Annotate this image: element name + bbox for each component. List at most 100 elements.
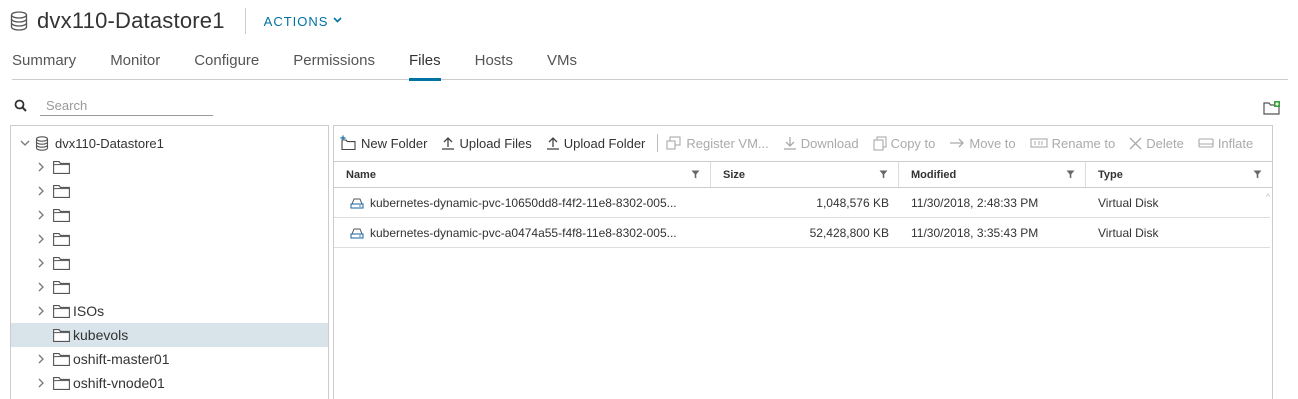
cell-type: Virtual Disk bbox=[1098, 195, 1159, 210]
upload-icon bbox=[442, 137, 455, 150]
upload-folder-button[interactable]: Upload Folder bbox=[546, 135, 646, 151]
new-folder-icon bbox=[340, 135, 356, 151]
tree-item-label: kubevols bbox=[73, 327, 129, 343]
tree-item-kubevols[interactable]: kubevols bbox=[11, 323, 328, 347]
actions-menu-button[interactable]: ACTIONS bbox=[264, 14, 343, 29]
move-to-button[interactable]: Move to bbox=[949, 135, 1016, 151]
register-vm-icon bbox=[666, 136, 681, 150]
tab-monitor[interactable]: Monitor bbox=[110, 46, 160, 80]
tab-vms[interactable]: VMs bbox=[547, 46, 577, 80]
chevron-right-icon[interactable] bbox=[35, 185, 47, 197]
cell-modified: 11/30/2018, 3:35:43 PM bbox=[911, 225, 1039, 240]
folder-icon bbox=[53, 280, 70, 294]
column-header-label: Size bbox=[723, 168, 746, 181]
folder-icon bbox=[53, 352, 70, 366]
tree-item-oshift-vnode01[interactable]: oshift-vnode01 bbox=[11, 371, 328, 395]
upload-icon bbox=[546, 137, 559, 150]
cell-type: Virtual Disk bbox=[1098, 225, 1159, 240]
table-row[interactable]: kubernetes-dynamic-pvc-a0474a55-f4f8-11e… bbox=[334, 218, 1270, 248]
filter-icon[interactable] bbox=[1253, 170, 1262, 179]
file-toolbar: New Folder Upload Files Upload Folder Re… bbox=[334, 126, 1272, 160]
page-header: dvx110-Datastore1 ACTIONS bbox=[10, 6, 343, 36]
scroll-up-icon[interactable]: ^ bbox=[1266, 192, 1270, 202]
column-header-label: Type bbox=[1098, 168, 1123, 181]
copy-to-button[interactable]: Copy to bbox=[873, 135, 936, 151]
page-title: dvx110-Datastore1 bbox=[37, 8, 225, 33]
upload-folder-label: Upload Folder bbox=[563, 135, 646, 151]
column-header-label: Modified bbox=[911, 168, 957, 181]
actions-label: ACTIONS bbox=[263, 13, 329, 29]
datastore-icon bbox=[35, 135, 49, 151]
files-panel: New Folder Upload Files Upload Folder Re… bbox=[333, 125, 1273, 399]
chevron-right-icon[interactable] bbox=[35, 161, 47, 173]
tab-summary[interactable]: Summary bbox=[12, 46, 76, 80]
filter-icon[interactable] bbox=[1066, 170, 1075, 179]
copy-icon bbox=[873, 135, 887, 151]
cell-modified: 11/30/2018, 2:48:33 PM bbox=[911, 195, 1039, 210]
chevron-right-icon[interactable] bbox=[35, 377, 47, 389]
filter-icon[interactable] bbox=[879, 170, 888, 179]
tree-item[interactable] bbox=[11, 203, 328, 227]
delete-button[interactable]: Delete bbox=[1129, 136, 1184, 151]
folder-icon bbox=[53, 160, 70, 174]
download-icon bbox=[783, 137, 796, 150]
virtual-disk-icon bbox=[350, 228, 364, 239]
new-folder-button[interactable]: New Folder bbox=[339, 135, 427, 151]
inflate-button[interactable]: Inflate bbox=[1198, 136, 1253, 151]
column-header-name[interactable]: Name bbox=[334, 162, 711, 187]
tab-hosts[interactable]: Hosts bbox=[475, 46, 513, 80]
download-button[interactable]: Download bbox=[783, 136, 859, 151]
upload-files-button[interactable]: Upload Files bbox=[441, 135, 532, 151]
folder-tree: dvx110-Datastore1 ISOs kubevols oshift-m… bbox=[10, 125, 329, 399]
tree-item-isos[interactable]: ISOs bbox=[11, 299, 328, 323]
cell-name: kubernetes-dynamic-pvc-10650dd8-f4f2-11e… bbox=[334, 196, 711, 210]
search-bar bbox=[14, 96, 213, 116]
tree-item-label: oshift-vnode01 bbox=[73, 375, 165, 391]
copy-to-label: Copy to bbox=[890, 135, 936, 151]
tree-item[interactable] bbox=[11, 179, 328, 203]
chevron-down-icon[interactable] bbox=[19, 137, 31, 149]
column-header-label: Name bbox=[346, 168, 376, 181]
header-divider bbox=[244, 8, 246, 34]
file-grid: Name Size Modified Type kubernetes-dynam… bbox=[334, 161, 1272, 248]
tab-configure[interactable]: Configure bbox=[194, 46, 259, 80]
tree-item[interactable] bbox=[11, 275, 328, 299]
chevron-right-icon[interactable] bbox=[35, 257, 47, 269]
chevron-down-icon bbox=[333, 17, 343, 23]
tree-item[interactable] bbox=[11, 155, 328, 179]
new-folder-icon[interactable] bbox=[1263, 100, 1281, 116]
search-input[interactable] bbox=[40, 96, 213, 116]
rename-to-button[interactable]: Rename to bbox=[1030, 136, 1115, 151]
cell-name: kubernetes-dynamic-pvc-a0474a55-f4f8-11e… bbox=[334, 226, 711, 240]
move-to-label: Move to bbox=[969, 135, 1016, 151]
chevron-right-icon[interactable] bbox=[35, 209, 47, 221]
upload-files-label: Upload Files bbox=[459, 135, 532, 151]
table-row[interactable]: kubernetes-dynamic-pvc-10650dd8-f4f2-11e… bbox=[334, 188, 1270, 218]
chevron-right-icon[interactable] bbox=[35, 281, 47, 293]
chevron-right-icon[interactable] bbox=[35, 233, 47, 245]
chevron-right-icon[interactable] bbox=[35, 353, 47, 365]
register-vm-button[interactable]: Register VM... bbox=[666, 135, 769, 151]
tab-permissions[interactable]: Permissions bbox=[293, 46, 375, 80]
column-header-size[interactable]: Size bbox=[711, 162, 899, 187]
column-header-modified[interactable]: Modified bbox=[899, 162, 1086, 187]
filter-icon[interactable] bbox=[691, 170, 700, 179]
tree-item[interactable] bbox=[11, 227, 328, 251]
file-name: kubernetes-dynamic-pvc-10650dd8-f4f2-11e… bbox=[370, 195, 677, 210]
chevron-right-icon[interactable] bbox=[35, 305, 47, 317]
download-label: Download bbox=[800, 135, 859, 151]
folder-icon bbox=[53, 208, 70, 222]
folder-icon bbox=[53, 376, 70, 390]
register-vm-label: Register VM... bbox=[686, 135, 769, 151]
cell-size: 52,428,800 KB bbox=[809, 225, 889, 240]
column-header-type[interactable]: Type bbox=[1086, 162, 1272, 187]
tab-files[interactable]: Files bbox=[408, 46, 441, 81]
tree-root-node[interactable]: dvx110-Datastore1 bbox=[11, 131, 328, 155]
folder-icon bbox=[53, 304, 70, 318]
close-icon bbox=[1129, 137, 1142, 149]
tree-item[interactable] bbox=[11, 251, 328, 275]
delete-label: Delete bbox=[1146, 135, 1184, 151]
tree-item-oshift-master01[interactable]: oshift-master01 bbox=[11, 347, 328, 371]
datastore-icon bbox=[10, 11, 28, 31]
grid-header: Name Size Modified Type bbox=[334, 161, 1272, 188]
